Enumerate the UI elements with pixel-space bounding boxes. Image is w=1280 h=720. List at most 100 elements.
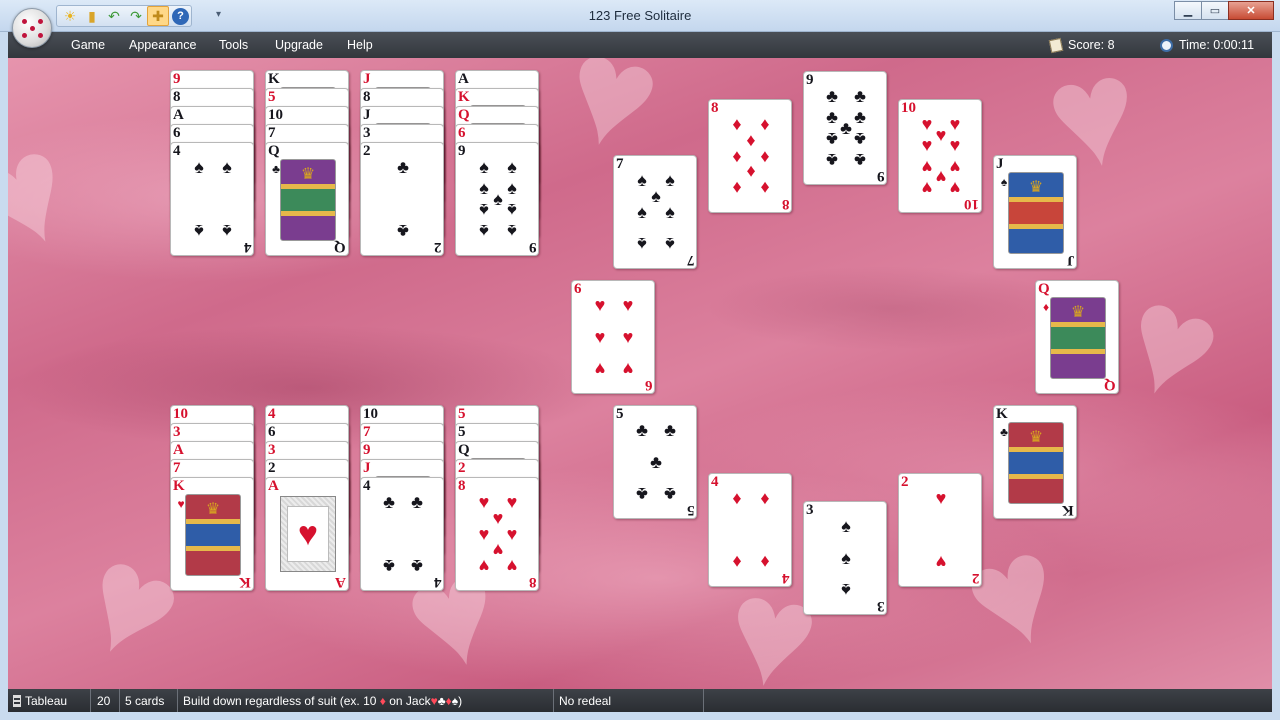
card-rank-label: K bbox=[458, 89, 470, 105]
card-rank-label: 2 bbox=[458, 460, 466, 476]
card-rank-label: 8 bbox=[781, 196, 790, 212]
clubs-pip-icon: ♣ bbox=[826, 128, 838, 149]
title-bar[interactable]: ☀ ▮ ↶ ↷ ✚? ▾ 123 Free Solitaire ▁ ▭ ✕ bbox=[0, 0, 1280, 48]
card-rank-label: 6 bbox=[458, 125, 466, 141]
card-rank-label: 2 bbox=[971, 570, 980, 586]
card-rank-label: 9 bbox=[806, 72, 814, 88]
card-4-of-clubs[interactable]: 4 4 ♣ ♣ ♣ ♣ bbox=[360, 477, 444, 591]
spades-pip-icon: ♠ bbox=[841, 516, 851, 537]
king-portrait-icon: ♛ bbox=[185, 494, 241, 576]
card-jack-of-spades[interactable]: J J ♛ ♠ bbox=[993, 155, 1077, 269]
card-rank-label: 4 bbox=[243, 239, 252, 255]
clubs-pip-icon: ♣ bbox=[383, 492, 395, 513]
card-5-of-clubs[interactable]: 55♣♣♣♣♣ bbox=[613, 405, 697, 519]
menu-appearance[interactable]: Appearance bbox=[129, 38, 196, 52]
hearts-pip-icon: ♥ bbox=[935, 488, 947, 509]
rule-text: Build down regardless of suit (ex. 10 bbox=[183, 694, 377, 708]
card-king-of-clubs[interactable]: K K ♛ ♣ bbox=[993, 405, 1077, 519]
card-4-of-diamonds[interactable]: 4 4 ♦ ♦ ♦ ♦ bbox=[708, 473, 792, 587]
card-king-of-hearts[interactable]: K K ♛ ♥ bbox=[170, 477, 254, 591]
hearts-pip-icon: ♥ bbox=[921, 135, 933, 156]
card-6-of-hearts[interactable]: 6 6 ♥ ♥ ♥ ♥ ♥ ♥ bbox=[571, 280, 655, 394]
card-rank-label: 7 bbox=[616, 156, 624, 172]
clubs-pip-icon: ♣ bbox=[854, 149, 866, 170]
clubs-pip-icon: ♣ bbox=[636, 483, 648, 504]
jack-portrait-icon: ♛ bbox=[1008, 172, 1064, 254]
card-rank-label: A bbox=[458, 71, 469, 87]
card-8-of-hearts[interactable]: 8 8 ♥ ♥ ♥ ♥ ♥ ♥ ♥ ♥ bbox=[455, 477, 539, 591]
card-rank-label: 8 bbox=[528, 574, 537, 590]
card-rank-label: Q bbox=[458, 442, 470, 458]
clubs-pip-icon: ♣ bbox=[383, 555, 395, 576]
menu-upgrade[interactable]: Upgrade bbox=[275, 38, 323, 52]
card-rank-label: Q bbox=[334, 239, 346, 255]
card-8-of-diamonds[interactable]: 8 8 ♦ ♦ ♦ ♦ ♦ ♦ ♦ ♦ bbox=[708, 99, 792, 213]
card-rank-label: 4 bbox=[363, 478, 371, 494]
card-rank-label: 9 bbox=[876, 168, 885, 184]
game-table[interactable]: ♥ ♥ ♥ ♥ ♥ ♥ ♥ ♥ 99♥♥♥♥♥♥♥♥♥88♠♠♠♠♠♠♠♠AA♠… bbox=[8, 58, 1272, 689]
card-rank-label: A bbox=[268, 478, 279, 494]
hearts-pip-icon: ♥ bbox=[949, 135, 961, 156]
clubs-pip-icon: ♣ bbox=[650, 452, 662, 472]
score-pad-icon bbox=[1048, 37, 1064, 53]
card-rank-label: 9 bbox=[363, 442, 371, 458]
card-queen-of-clubs[interactable]: Q Q ♛ ♣ bbox=[265, 142, 349, 256]
clubs-pip-icon: ♣ bbox=[411, 492, 423, 513]
card-2-of-clubs[interactable]: 2 2 ♣ ♣ bbox=[360, 142, 444, 256]
card-4-of-spades[interactable]: 4 4 ♠ ♠ ♠ ♠ bbox=[170, 142, 254, 256]
spades-pip-icon: ♠ bbox=[479, 199, 489, 220]
card-rank-label: 4 bbox=[268, 406, 276, 422]
card-rank-label: K bbox=[268, 71, 280, 87]
menu-help[interactable]: Help bbox=[347, 38, 373, 52]
card-3-of-spades[interactable]: 3 3 ♠ ♠ ♠ bbox=[803, 501, 887, 615]
background-heart-icon: ♥ bbox=[1101, 248, 1244, 438]
spades-pip-icon: ♠ bbox=[841, 548, 851, 568]
clubs-pip-icon: ♣ bbox=[411, 555, 423, 576]
king-portrait-icon: ♛ bbox=[1008, 422, 1064, 504]
card-rank-label: 7 bbox=[363, 424, 371, 440]
spades-pip-icon: ♠ bbox=[1000, 175, 1008, 189]
window-frame-left bbox=[0, 32, 8, 712]
card-rank-label: 3 bbox=[363, 125, 371, 141]
card-rank-label: 8 bbox=[363, 89, 371, 105]
minimize-button[interactable]: ▁ bbox=[1174, 1, 1202, 20]
spades-pip-icon: ♠ bbox=[637, 233, 647, 254]
hearts-pip-icon: ♥ bbox=[177, 497, 185, 511]
card-rank-label: 10 bbox=[268, 107, 283, 123]
card-9-of-clubs[interactable]: 9 9 ♣ ♣ ♣ ♣ ♣ ♣ ♣ ♣ ♣ bbox=[803, 71, 887, 185]
card-queen-of-diamonds[interactable]: Q Q ♛ ♦ bbox=[1035, 280, 1119, 394]
queen-portrait-icon: ♛ bbox=[280, 159, 336, 241]
card-rank-label: 3 bbox=[806, 502, 814, 518]
maximize-button[interactable]: ▭ bbox=[1201, 1, 1229, 20]
card-rank-label: 4 bbox=[433, 574, 442, 590]
spades-pip-icon: ♠ bbox=[194, 220, 204, 241]
diamonds-pip-icon: ♦ bbox=[732, 177, 742, 198]
crown-icon: ♛ bbox=[300, 166, 316, 183]
spades-pip-icon: ♠ bbox=[665, 233, 675, 254]
heart-suit-icon: ♥ bbox=[430, 694, 438, 708]
card-rank-label: 3 bbox=[876, 598, 885, 614]
time-text: Time: 0:00:11 bbox=[1179, 38, 1255, 52]
card-7-of-spades[interactable]: 77♠♠♠♠♠♠♠ bbox=[613, 155, 697, 269]
spades-pip-icon: ♠ bbox=[479, 220, 489, 241]
clubs-pip-icon: ♣ bbox=[397, 220, 409, 241]
card-10-of-hearts[interactable]: 10 10 ♥ ♥ ♥ ♥ ♥ ♥ ♥ ♥ ♥ ♥ bbox=[898, 99, 982, 213]
menu-game[interactable]: Game bbox=[71, 38, 105, 52]
card-rank-label: 10 bbox=[964, 196, 979, 212]
hearts-pip-icon: ♥ bbox=[594, 327, 606, 347]
close-button[interactable]: ✕ bbox=[1228, 1, 1274, 20]
spades-pip-icon: ♠ bbox=[507, 199, 517, 220]
card-rank-label: K bbox=[173, 478, 185, 494]
card-rank-label: 2 bbox=[901, 474, 909, 490]
app-logo-icon[interactable] bbox=[12, 8, 52, 48]
card-9-of-spades[interactable]: 9 9 ♠ ♠ ♠ ♠ ♠ ♠ ♠ ♠ ♠ bbox=[455, 142, 539, 256]
card-rank-label: 7 bbox=[686, 252, 695, 268]
diamond-suit-icon: ♦ bbox=[379, 694, 386, 708]
hearts-pip-icon: ♥ bbox=[935, 551, 947, 572]
menu-tools[interactable]: Tools bbox=[219, 38, 248, 52]
crown-icon: ♛ bbox=[1028, 179, 1044, 196]
card-2-of-hearts[interactable]: 2 2 ♥ ♥ bbox=[898, 473, 982, 587]
card-rank-label: 9 bbox=[173, 71, 181, 87]
diamonds-pip-icon: ♦ bbox=[760, 551, 770, 572]
card-ace-of-hearts[interactable]: A A ♥ bbox=[265, 477, 349, 591]
